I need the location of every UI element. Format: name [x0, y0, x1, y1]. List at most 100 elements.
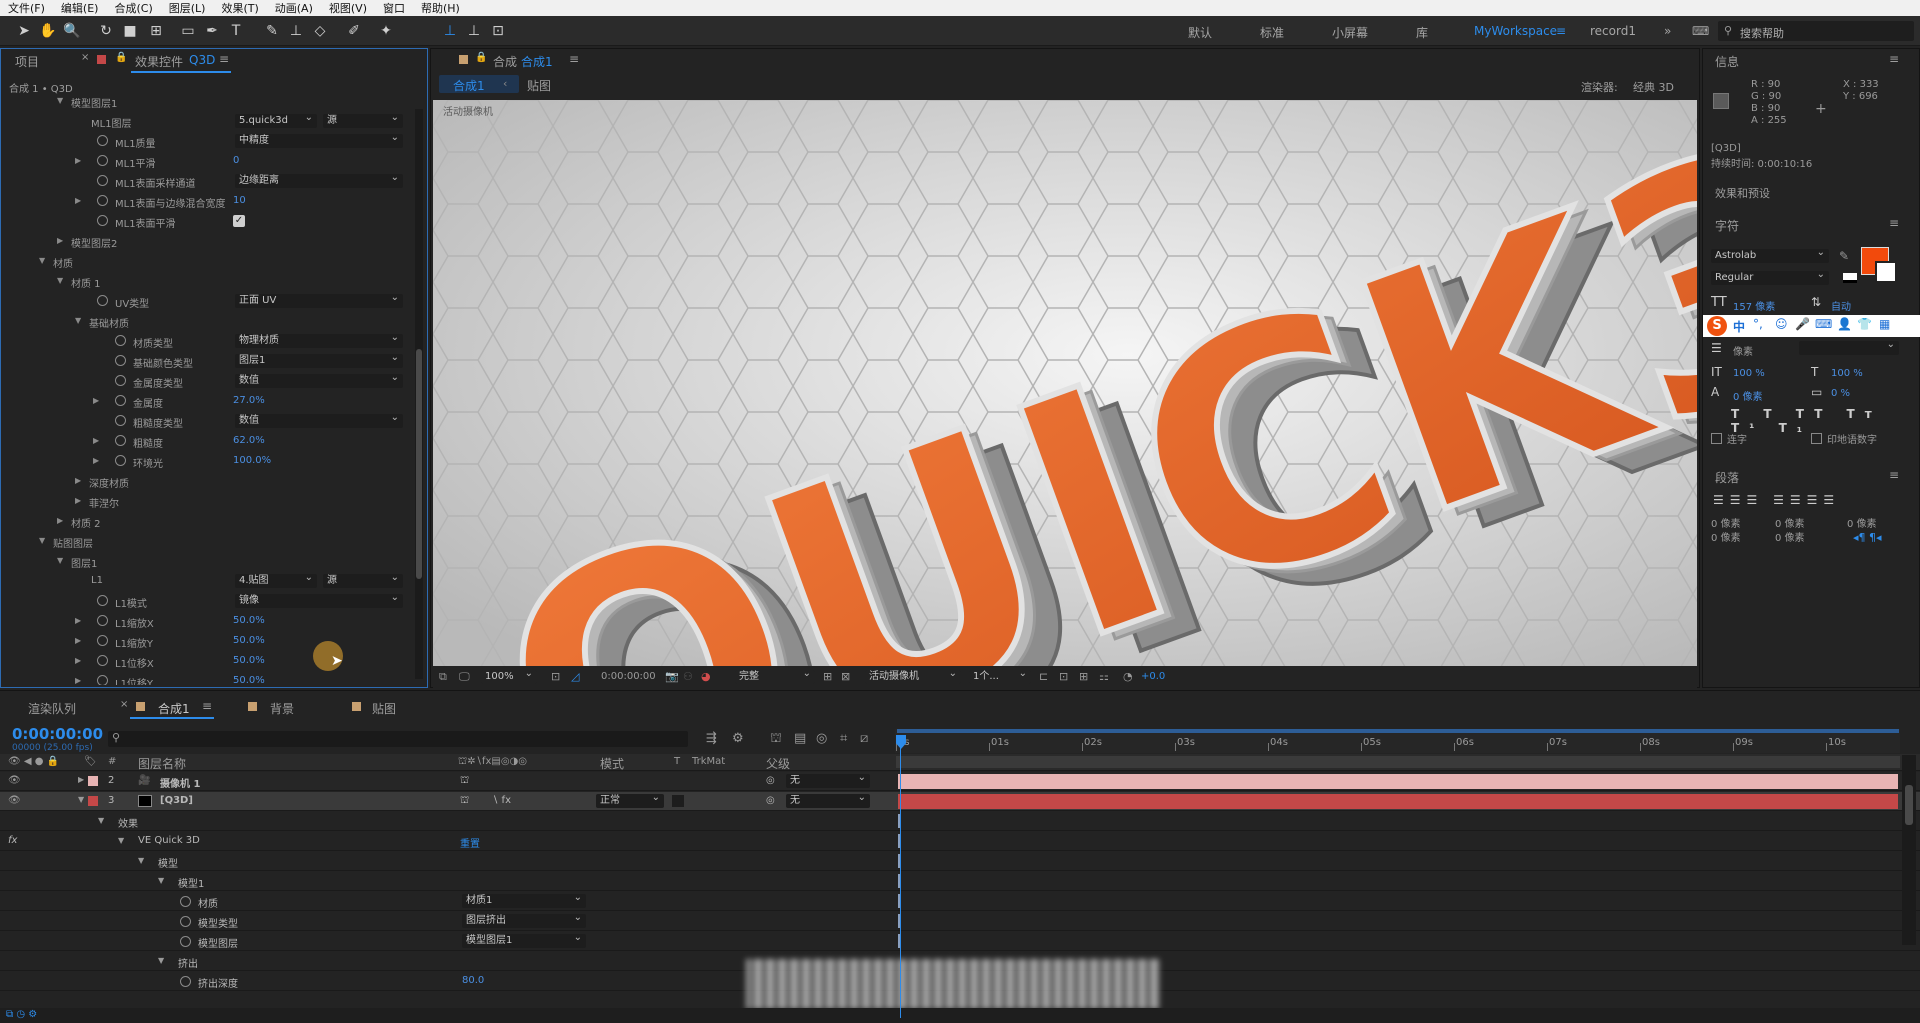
type-tool-icon[interactable]: T — [226, 21, 246, 41]
stopwatch-icon[interactable] — [180, 936, 191, 947]
timeline-scrollbar-thumb[interactable] — [1905, 785, 1913, 825]
effect-property-value[interactable]: 50.0% — [233, 635, 265, 646]
effect-property-source-dropdown[interactable]: 源 — [323, 111, 403, 128]
stopwatch-icon[interactable] — [97, 615, 108, 626]
lock-icon[interactable]: 🔒 — [475, 52, 487, 63]
user-icon[interactable]: 👤 — [1837, 317, 1852, 331]
collapse-triangle-icon[interactable]: ▼ — [75, 316, 81, 325]
stroke-color-swatch[interactable] — [1875, 261, 1897, 283]
draft-3d-icon[interactable]: ⚙ — [732, 731, 744, 746]
tsume-value[interactable]: 0 % — [1831, 388, 1850, 399]
blend-mode-dropdown[interactable]: 正常 — [596, 791, 664, 808]
panel-menu-icon[interactable]: ≡ — [1889, 216, 1899, 230]
shy-layers-icon[interactable]: ⛫ — [770, 731, 782, 748]
expand-triangle-icon[interactable]: ▶ — [57, 236, 63, 245]
help-search-input[interactable]: 搜索帮助 — [1740, 25, 1784, 41]
help-search-box[interactable]: ⚲ 搜索帮助 — [1718, 21, 1914, 41]
tab-render-queue[interactable]: 渲染队列 — [28, 700, 76, 717]
stopwatch-icon[interactable] — [97, 635, 108, 646]
vertical-scale-value[interactable]: 100 % — [1733, 368, 1765, 379]
shy-switch-icon[interactable]: ⛫ — [460, 795, 469, 808]
pen-tool-icon[interactable]: ✒ — [202, 21, 222, 41]
visibility-eye-icon[interactable]: 👁 — [8, 775, 21, 786]
camera-tool-icon[interactable]: ■ — [120, 21, 140, 41]
collapse-triangle-icon[interactable]: ▼ — [118, 836, 124, 845]
puppet-tool-icon[interactable]: ✦ — [376, 21, 396, 41]
stopwatch-icon[interactable] — [97, 155, 108, 166]
timeline-scrollbar[interactable] — [1902, 755, 1916, 945]
timeline-current-time[interactable]: 0:00:00:00 — [12, 725, 103, 743]
clone-stamp-tool-icon[interactable]: ⊥ — [286, 21, 306, 41]
expand-triangle-icon[interactable]: ▶ — [75, 196, 81, 205]
effect-property-dropdown[interactable]: 中精度 — [235, 131, 403, 148]
local-axis-icon[interactable]: ⊥ — [440, 21, 460, 41]
stopwatch-icon[interactable] — [97, 175, 108, 186]
always-preview-icon[interactable]: ⧉ — [439, 670, 447, 684]
work-area-bar[interactable] — [897, 729, 1899, 733]
menu-item-6[interactable]: 视图(V) — [321, 0, 375, 16]
expand-triangle-icon[interactable]: ▶ — [78, 775, 84, 784]
effects-presets-title[interactable]: 效果和预设 — [1715, 185, 1770, 201]
current-time-display[interactable]: 0:00:00:00 — [601, 671, 656, 682]
zoom-dropdown[interactable]: 100% — [481, 667, 537, 684]
breadcrumb-map[interactable]: 贴图 — [527, 77, 551, 94]
effect-property-value[interactable]: 62.0% — [233, 435, 265, 446]
exposure-value[interactable]: +0.0 — [1141, 671, 1165, 682]
panel-menu-icon[interactable]: ≡ — [219, 52, 229, 66]
panel-menu-icon[interactable]: ≡ — [1889, 52, 1899, 66]
workspace-library[interactable]: 库 — [1416, 24, 1428, 41]
collapse-triangle-icon[interactable]: ▼ — [57, 96, 63, 105]
layer-duration-bar[interactable] — [898, 774, 1898, 789]
first-indent-value[interactable]: 0 像素 — [1847, 515, 1877, 531]
stopwatch-icon[interactable] — [97, 595, 108, 606]
breadcrumb-comp1[interactable]: 合成1 — [453, 77, 485, 94]
menu-item-7[interactable]: 窗口 — [375, 0, 413, 16]
workspace-standard[interactable]: 标准 — [1260, 24, 1284, 41]
stopwatch-icon[interactable] — [115, 415, 126, 426]
collapse-triangle-icon[interactable]: ▼ — [78, 795, 84, 804]
menu-item-8[interactable]: 帮助(H) — [413, 0, 468, 16]
timeline-layer-row[interactable]: 👁 ▼ 3 [Q3D] ⛫ ∖ fx 正常 ◎ 无 — [0, 791, 1920, 811]
brush-tool-icon[interactable]: ✎ — [262, 21, 282, 41]
selection-tool-icon[interactable]: ➤ — [14, 21, 34, 41]
workspace-default[interactable]: 默认 — [1188, 24, 1212, 41]
tab-composition[interactable]: 合成1 — [521, 53, 553, 70]
close-icon[interactable]: × — [81, 52, 89, 63]
pickwhip-icon[interactable]: ◎ — [766, 775, 775, 786]
menu-item-3[interactable]: 图层(L) — [161, 0, 214, 16]
effect-property-value[interactable]: 50.0% — [233, 615, 265, 626]
punctuation-icon[interactable]: °, — [1753, 317, 1763, 331]
stopwatch-icon[interactable] — [97, 195, 108, 206]
panel-menu-icon[interactable]: ≡ — [1889, 468, 1899, 482]
workspace-small-screen[interactable]: 小屏幕 — [1332, 24, 1368, 41]
collapse-triangle-icon[interactable]: ▼ — [57, 276, 63, 285]
layer-duration-bar[interactable] — [898, 794, 1898, 809]
more-workspaces-icon[interactable]: » — [1664, 24, 1671, 38]
effect-property-dropdown[interactable]: 4.贴图 — [235, 571, 317, 588]
hand-tool-icon[interactable]: ✋ — [38, 21, 58, 41]
status-icons[interactable]: ⧉ ◷ ⚙ — [6, 1009, 37, 1020]
parent-column[interactable]: 父级 — [766, 755, 790, 772]
stopwatch-icon[interactable] — [115, 395, 126, 406]
workspace-record[interactable]: record1 — [1590, 24, 1636, 38]
zoom-tool-icon[interactable]: 🔍 — [62, 21, 82, 41]
expand-triangle-icon[interactable]: ▶ — [75, 636, 81, 645]
collapse-triangle-icon[interactable]: ▼ — [39, 536, 45, 545]
channel-icon[interactable]: ◕ — [701, 670, 711, 683]
font-size-value[interactable]: 157 像素 — [1733, 298, 1775, 313]
alignment-buttons[interactable]: ☰☰☰ ☰☰☰☰ — [1713, 493, 1840, 507]
toolbox-icon[interactable]: ▦ — [1879, 317, 1890, 331]
menu-item-2[interactable]: 合成(C) — [106, 0, 160, 16]
frame-blending-icon[interactable]: ▤ — [794, 731, 806, 746]
expand-triangle-icon[interactable]: ▶ — [75, 656, 81, 665]
rectangle-tool-icon[interactable]: ▭ — [178, 21, 198, 41]
stopwatch-icon[interactable] — [97, 135, 108, 146]
timeline-search-input[interactable]: ⚲ — [108, 731, 688, 747]
voice-icon[interactable]: 🎤 — [1795, 317, 1810, 331]
expand-triangle-icon[interactable]: ▶ — [93, 436, 99, 445]
tab-effect-controls-target[interactable]: Q3D — [189, 53, 215, 67]
effect-property-value[interactable]: 27.0% — [233, 395, 265, 406]
stopwatch-icon[interactable] — [97, 295, 108, 306]
world-axis-icon[interactable]: ⊥ — [464, 21, 484, 41]
graph-editor-icon[interactable]: ⌗ — [840, 731, 847, 746]
